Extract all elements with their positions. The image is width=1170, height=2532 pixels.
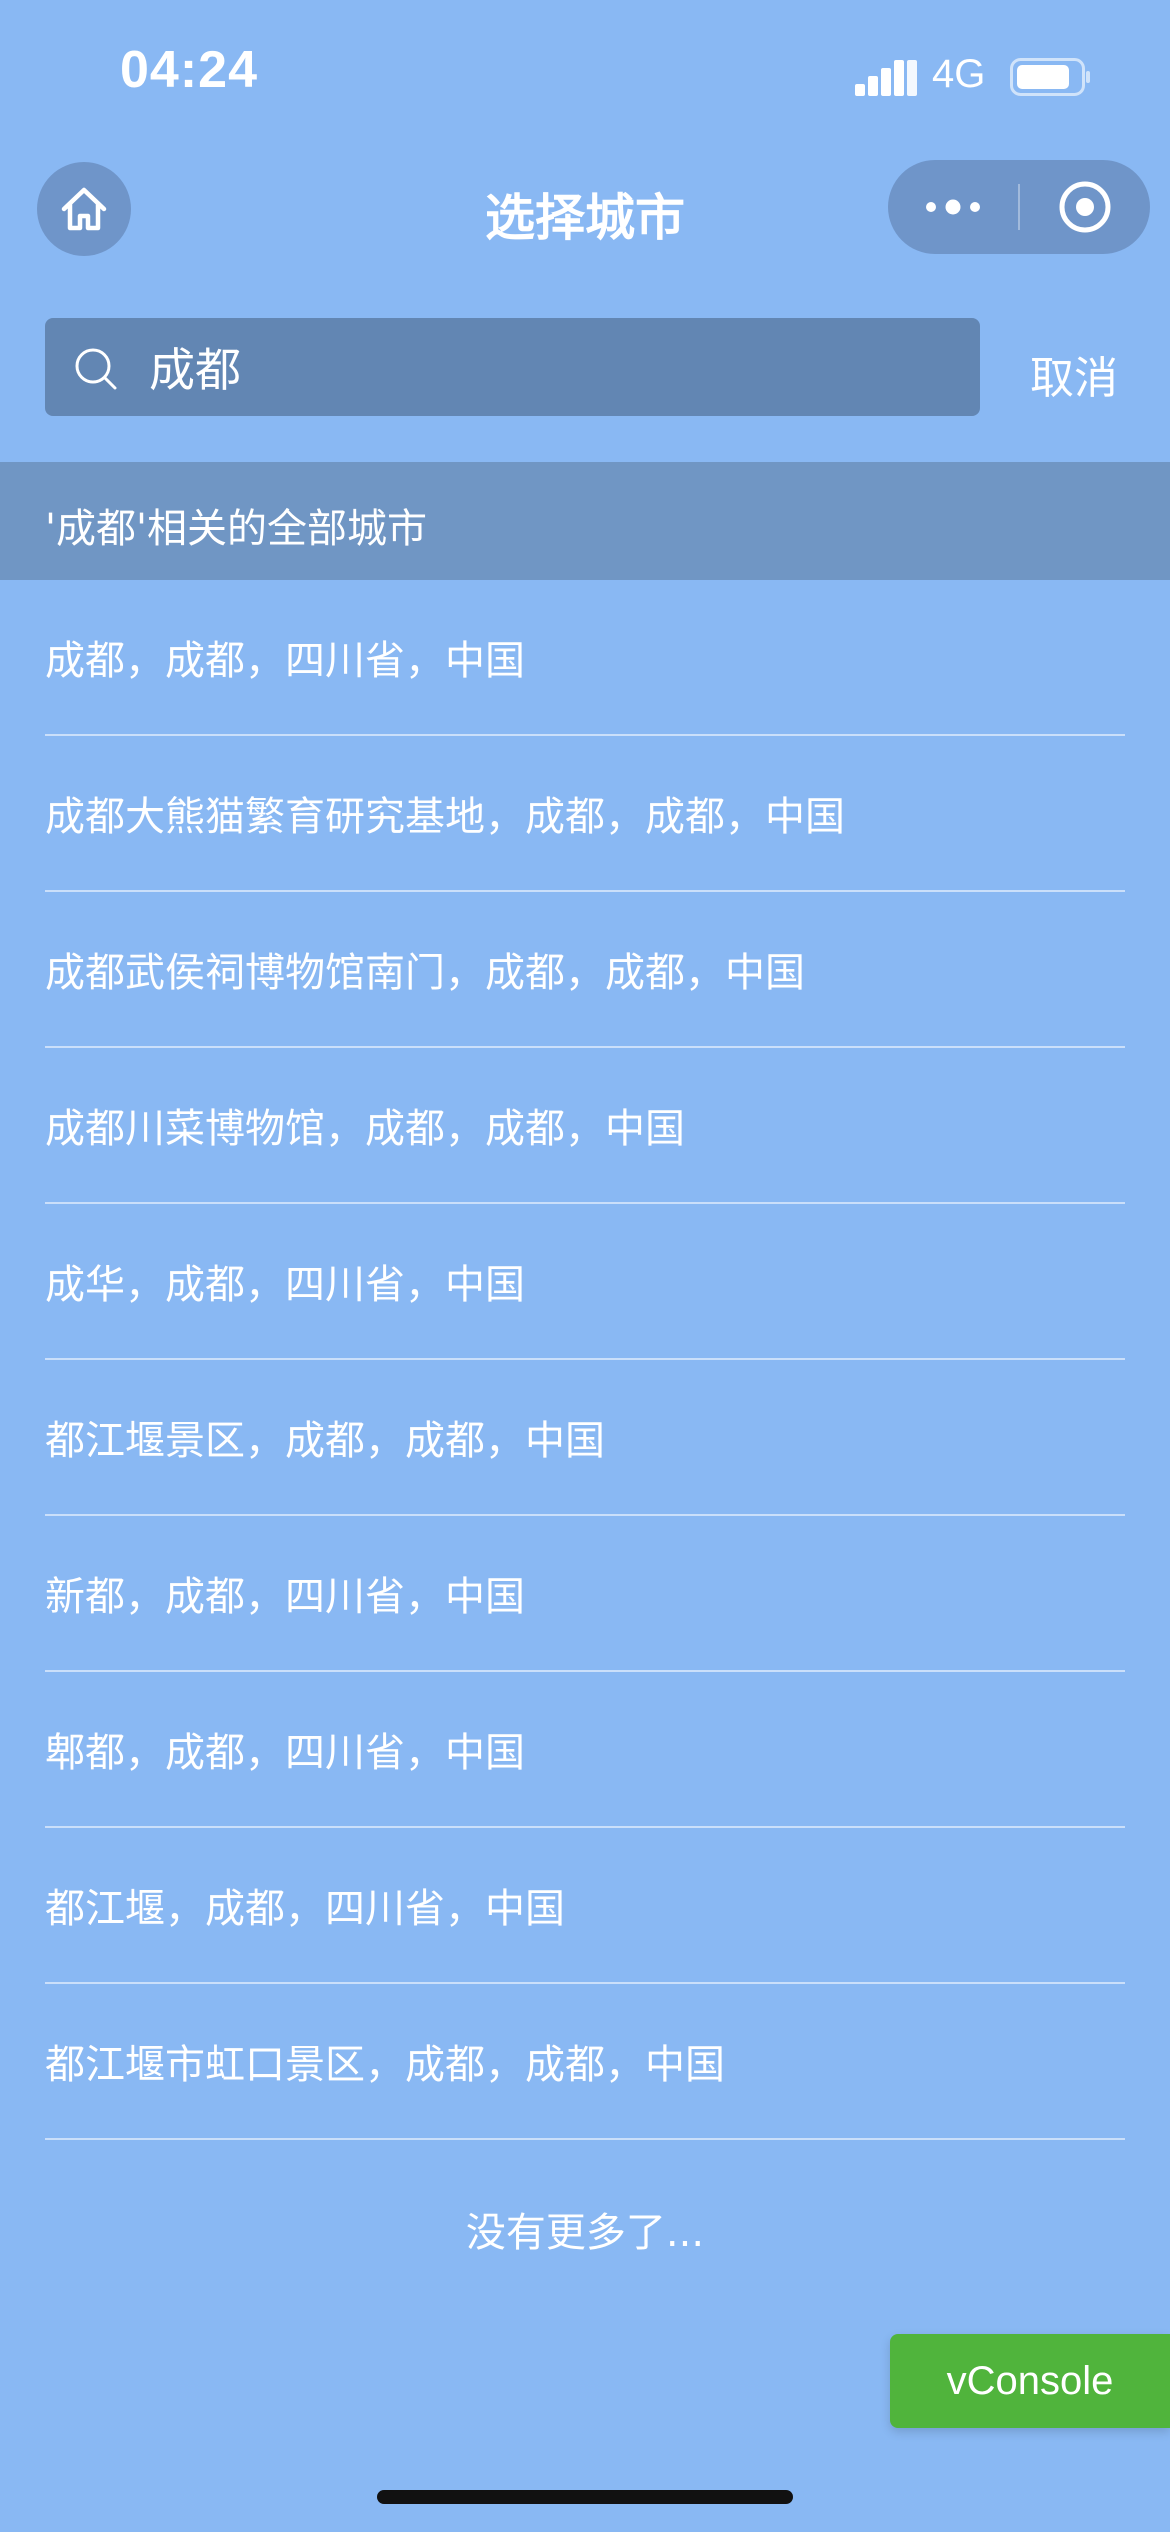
result-list: 成都，成都，四川省，中国 成都大熊猫繁育研究基地，成都，成都，中国 成都武侯祠博…: [0, 580, 1170, 2140]
network-type: 4G: [932, 52, 986, 96]
results-header: '成都'相关的全部城市: [0, 462, 1170, 580]
search-input[interactable]: [149, 318, 949, 416]
search-row: 取消: [0, 318, 1170, 416]
status-bar: 04:24 4G: [0, 0, 1170, 150]
result-item[interactable]: 成都大熊猫繁育研究基地，成都，成都，中国: [45, 736, 1125, 892]
search-icon: [75, 348, 117, 390]
result-item[interactable]: 都江堰，成都，四川省，中国: [45, 1828, 1125, 1984]
status-time: 04:24: [120, 41, 258, 99]
result-item[interactable]: 都江堰市虹口景区，成都，成都，中国: [45, 1984, 1125, 2140]
target-circle-icon: [1059, 181, 1111, 233]
battery-icon: [1010, 58, 1090, 96]
results-header-label: '成都'相关的全部城市: [45, 506, 427, 552]
cancel-button[interactable]: 取消: [1030, 342, 1118, 406]
more-button[interactable]: [888, 160, 1018, 254]
result-item[interactable]: 成都武侯祠博物馆南门，成都，成都，中国: [45, 892, 1125, 1048]
result-item[interactable]: 成都，成都，四川省，中国: [45, 580, 1125, 736]
menu-capsule: [888, 160, 1150, 254]
search-box[interactable]: [45, 318, 980, 416]
no-more-text: 没有更多了...: [465, 2210, 705, 2256]
result-item[interactable]: 成都川菜博物馆，成都，成都，中国: [45, 1048, 1125, 1204]
vconsole-button[interactable]: vConsole: [890, 2334, 1170, 2428]
close-miniprogram-button[interactable]: [1020, 160, 1150, 254]
navigation-bar: 选择城市: [0, 150, 1170, 270]
home-indicator[interactable]: [377, 2490, 793, 2504]
more-dots-icon: [926, 199, 980, 215]
result-item[interactable]: 新都，成都，四川省，中国: [45, 1516, 1125, 1672]
result-item[interactable]: 都江堰景区，成都，成都，中国: [45, 1360, 1125, 1516]
signal-icon: [855, 60, 917, 96]
result-item[interactable]: 成华，成都，四川省，中国: [45, 1204, 1125, 1360]
result-item[interactable]: 郫都，成都，四川省，中国: [45, 1672, 1125, 1828]
